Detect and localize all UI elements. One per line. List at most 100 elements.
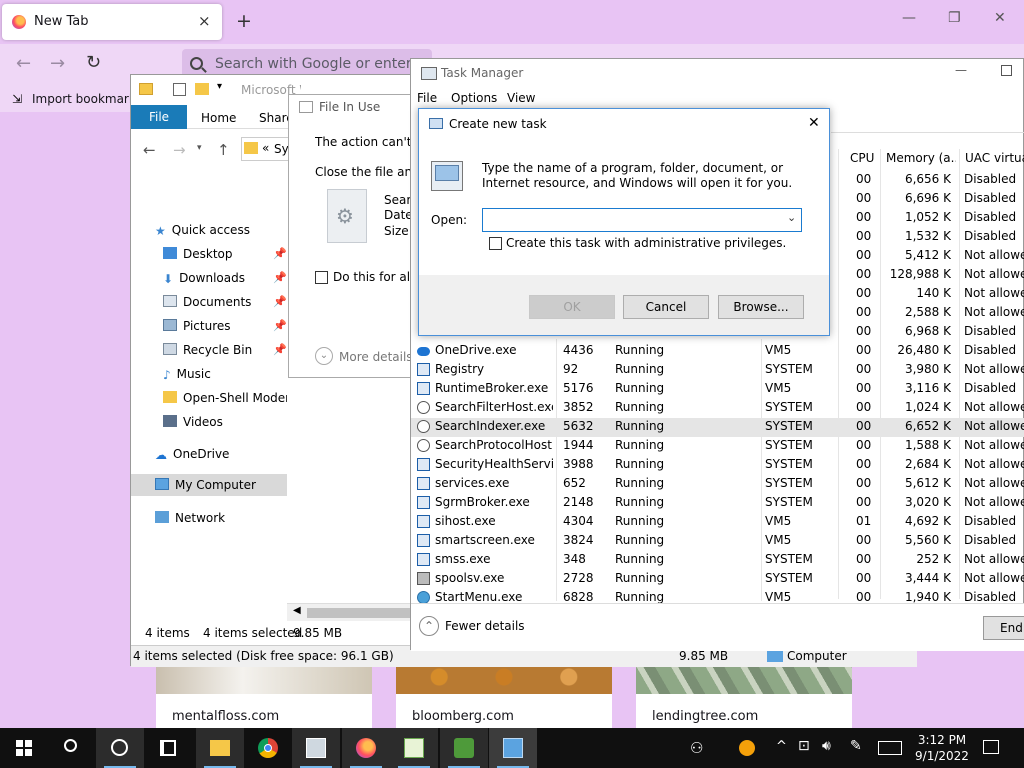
new-folder-icon[interactable] xyxy=(195,83,209,95)
notification-app-icon[interactable] xyxy=(739,740,755,756)
column-memory[interactable]: Memory (a... xyxy=(886,151,956,165)
import-bookmarks-link[interactable]: Import bookmarks xyxy=(32,92,142,106)
network-icon[interactable]: ⊡ xyxy=(798,738,810,754)
end-task-button[interactable]: End xyxy=(983,616,1024,640)
nav-onedrive[interactable]: ☁ OneDrive xyxy=(155,443,229,465)
table-row[interactable]: SearchIndexer.exe 5632 Running SYSTEM 00 6,65… xyxy=(411,418,1024,437)
pin-icon[interactable]: 📌 xyxy=(273,339,287,361)
url-placeholder[interactable]: Search with Google or enter add xyxy=(215,56,415,72)
back-icon[interactable]: ← xyxy=(143,141,156,159)
nav-network[interactable]: Network xyxy=(155,507,225,529)
cell-uac: Not allowed xyxy=(964,362,1024,376)
more-details-link[interactable]: More details xyxy=(339,350,413,364)
menu-options[interactable]: Options xyxy=(451,91,497,105)
volume-icon[interactable]: 🔊︎ xyxy=(822,738,831,754)
pin-icon[interactable]: 📌 xyxy=(273,243,287,265)
nav-quick-access[interactable]: ★ Quick access xyxy=(155,219,250,241)
restore-icon[interactable]: ❐ xyxy=(948,10,961,26)
table-row[interactable]: SearchProtocolHost... 1944 Running SYSTEM 00… xyxy=(411,437,1024,456)
table-row[interactable]: RuntimeBroker.exe 5176 Running VM5 00 3,116 K… xyxy=(411,380,1024,399)
ok-button[interactable]: OK xyxy=(529,295,615,319)
pen-icon[interactable]: ✎ xyxy=(850,738,862,754)
cell-uac: Not allowed xyxy=(964,457,1024,471)
minimize-icon[interactable]: — xyxy=(955,63,967,77)
maximize-icon[interactable] xyxy=(1001,65,1012,76)
taskbar-run-dialog[interactable] xyxy=(489,728,537,768)
table-row[interactable]: services.exe 652 Running SYSTEM 00 5,612 K Not… xyxy=(411,475,1024,494)
close-tab-icon[interactable]: × xyxy=(198,12,211,30)
apply-all-checkbox[interactable] xyxy=(315,271,328,284)
column-cpu[interactable]: CPU xyxy=(850,151,874,165)
task-view-button[interactable] xyxy=(144,728,192,768)
new-tab-button[interactable]: + xyxy=(236,10,252,32)
clock-date[interactable]: 9/1/2022 xyxy=(914,749,970,763)
action-center-icon[interactable] xyxy=(983,740,999,754)
start-button[interactable] xyxy=(0,728,48,768)
recent-dropdown-icon[interactable]: ▾ xyxy=(197,143,202,153)
column-uac[interactable]: UAC virtual xyxy=(965,151,1024,165)
breadcrumb-overflow[interactable]: « xyxy=(262,141,269,155)
cell-memory: 6,968 K xyxy=(904,324,951,338)
top-site-tile[interactable]: lendingtree.com xyxy=(636,660,852,728)
table-row[interactable]: sihost.exe 4304 Running VM5 01 4,692 K Disable… xyxy=(411,513,1024,532)
admin-checkbox[interactable] xyxy=(489,237,502,250)
minimize-icon[interactable]: — xyxy=(902,10,916,26)
fewer-details-link[interactable]: Fewer details xyxy=(445,619,525,633)
nav-open-shell[interactable]: Open-Shell Modern xyxy=(163,387,287,409)
clock-time[interactable]: 3:12 PM xyxy=(916,733,968,747)
menu-view[interactable]: View xyxy=(507,91,535,105)
close-icon[interactable]: ✕ xyxy=(808,115,820,131)
taskbar-file-explorer[interactable] xyxy=(196,728,244,768)
forward-arrow-icon[interactable]: → xyxy=(50,53,65,74)
table-row[interactable]: spoolsv.exe 2728 Running SYSTEM 00 3,444 K Not… xyxy=(411,570,1024,589)
admin-checkbox-label[interactable]: Create this task with administrative pri… xyxy=(506,236,786,250)
chevron-up-icon[interactable]: ^ xyxy=(776,739,787,754)
back-arrow-icon[interactable]: ← xyxy=(16,53,31,74)
pin-icon[interactable]: 📌 xyxy=(273,267,287,289)
taskbar-notepad[interactable] xyxy=(390,728,438,768)
tab-home[interactable]: Home xyxy=(201,111,236,125)
tab-new-tab[interactable]: New Tab × xyxy=(2,4,222,40)
table-row[interactable]: Registry 92 Running SYSTEM 00 3,980 K Not allo… xyxy=(411,361,1024,380)
taskbar-firefox[interactable] xyxy=(342,728,390,768)
pin-icon[interactable]: 📌 xyxy=(273,291,287,313)
table-row[interactable]: SgrmBroker.exe 2148 Running SYSTEM 00 3,020 K… xyxy=(411,494,1024,513)
cancel-button[interactable]: Cancel xyxy=(623,295,709,319)
reload-icon[interactable]: ↻ xyxy=(86,52,101,73)
taskbar-chrome[interactable] xyxy=(244,728,292,768)
table-row[interactable]: OneDrive.exe 4436 Running VM5 00 26,480 K Disa… xyxy=(411,342,1024,361)
top-site-tile[interactable]: bloomberg.com xyxy=(396,660,612,728)
search-button[interactable] xyxy=(48,728,96,768)
chevron-down-icon[interactable]: ⌄ xyxy=(315,347,333,365)
cortana-button[interactable] xyxy=(96,728,144,768)
up-icon[interactable]: ↑ xyxy=(217,141,230,159)
nav-my-computer[interactable]: My Computer xyxy=(131,474,287,496)
table-row[interactable]: SecurityHealthServic... 3988 Running SYSTEM… xyxy=(411,456,1024,475)
qat-dropdown-icon[interactable]: ▾ xyxy=(217,81,222,92)
address-bar[interactable]: « Sys xyxy=(241,137,295,161)
browse-button[interactable]: Browse... xyxy=(718,295,804,319)
nav-videos[interactable]: Videos xyxy=(163,411,223,433)
taskbar-task-manager[interactable] xyxy=(292,728,340,768)
menu-file[interactable]: File xyxy=(417,91,437,105)
table-row[interactable]: smartscreen.exe 3824 Running VM5 00 5,560 K Di… xyxy=(411,532,1024,551)
folder-icon xyxy=(244,142,258,154)
table-row[interactable]: smss.exe 348 Running SYSTEM 00 252 K Not allow… xyxy=(411,551,1024,570)
forward-icon[interactable]: → xyxy=(173,141,186,159)
people-icon[interactable]: ⚇ xyxy=(690,739,703,757)
table-row[interactable]: SearchFilterHost.exe 3852 Running SYSTEM 00 1… xyxy=(411,399,1024,418)
cell-memory: 2,684 K xyxy=(904,457,951,471)
tab-file[interactable]: File xyxy=(131,105,187,129)
scroll-left-icon[interactable]: ◀ xyxy=(293,605,301,616)
chevron-up-icon[interactable]: ⌃ xyxy=(419,616,439,636)
pin-icon[interactable]: 📌 xyxy=(273,315,287,337)
properties-icon[interactable] xyxy=(173,83,186,96)
keyboard-icon[interactable] xyxy=(878,741,902,755)
onedrive-icon: ☁ xyxy=(155,448,167,462)
chevron-down-icon[interactable]: ⌄ xyxy=(787,211,796,224)
nav-music[interactable]: ♪ Music xyxy=(163,363,211,385)
open-input[interactable]: ⌄ xyxy=(482,208,802,232)
taskbar-app[interactable] xyxy=(440,728,488,768)
top-site-tile[interactable]: mentalfloss.com xyxy=(156,660,372,728)
close-window-icon[interactable]: ✕ xyxy=(994,10,1006,26)
